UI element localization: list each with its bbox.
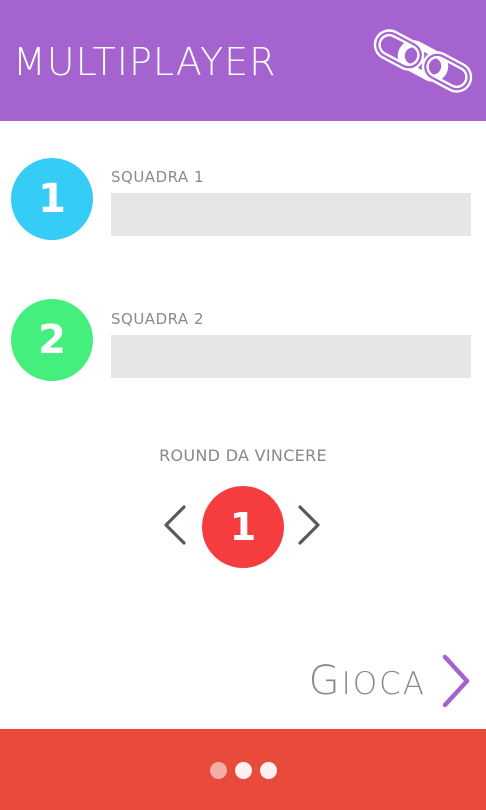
chevron-right-icon[interactable] (294, 503, 324, 547)
dot (209, 762, 227, 779)
dot (259, 762, 277, 779)
team-1-label: SQUADRA 1 (111, 168, 205, 186)
team-2-badge: 2 (11, 299, 93, 381)
chain-link-icon[interactable] (372, 28, 474, 94)
team-2-label: SQUADRA 2 (111, 310, 205, 328)
dot (234, 762, 252, 779)
team-1-name-input[interactable] (111, 193, 471, 236)
rounds-to-win-label: ROUND DA VINCERE (159, 446, 327, 465)
chevron-left-icon[interactable] (160, 503, 190, 547)
play-label-rest: IOCA (341, 666, 426, 702)
play-button[interactable]: GIOCA (309, 650, 472, 712)
app-footer (0, 729, 486, 810)
team-1-badge: 1 (11, 158, 93, 240)
app-header: MULTIPLAYER (0, 0, 486, 121)
play-label: GIOCA (309, 658, 426, 704)
team-2-name-input[interactable] (111, 335, 471, 378)
rounds-value-badge: 1 (202, 486, 284, 568)
chevron-right-icon (442, 654, 470, 708)
play-label-first: G (308, 658, 342, 704)
more-dots-icon[interactable] (0, 762, 486, 783)
page-title: MULTIPLAYER (13, 40, 277, 84)
